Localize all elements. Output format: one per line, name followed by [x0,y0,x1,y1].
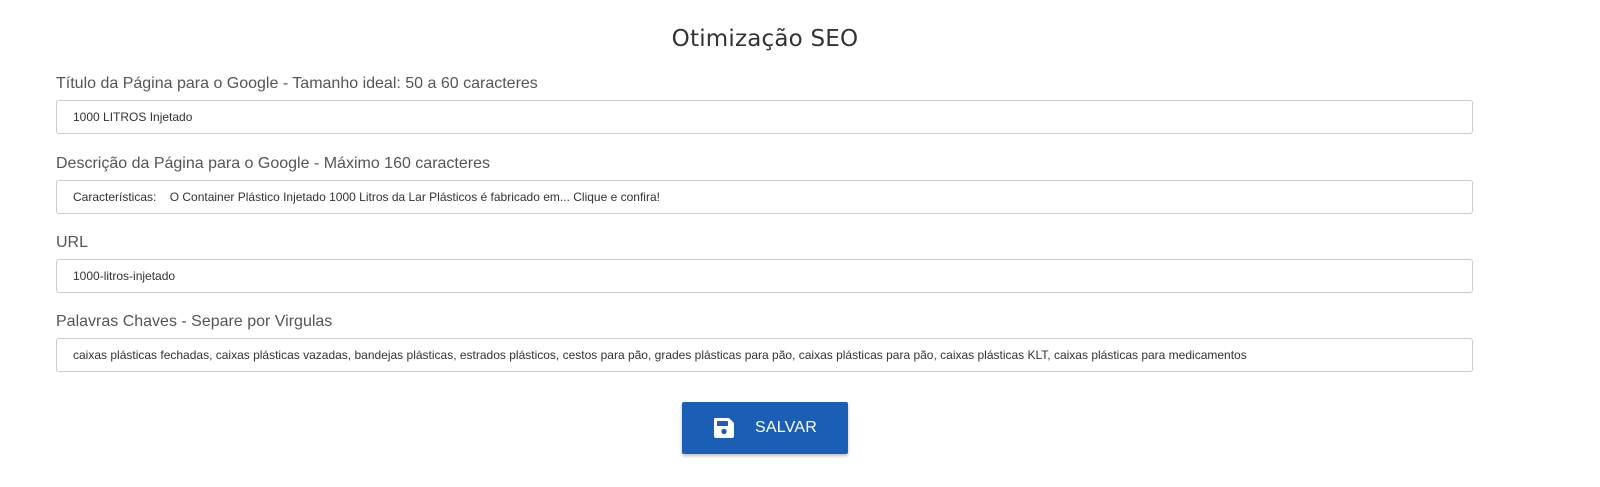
page-description-label: Descrição da Página para o Google - Máxi… [56,155,490,172]
keywords-input[interactable] [56,338,1473,372]
url-label: URL [56,234,89,251]
page-description-input[interactable] [56,180,1473,214]
save-button-label: SALVAR [755,419,817,436]
save-button[interactable]: SALVAR [682,402,848,454]
page-title-input[interactable] [56,100,1473,134]
page-title-label: Título da Página para o Google - Tamanho… [56,75,538,92]
seo-form: Otimização SEO Título da Página para o G… [0,0,1600,487]
section-title: Otimização SEO [671,26,859,52]
save-icon [712,416,736,440]
keywords-label: Palavras Chaves - Separe por Virgulas [56,313,333,330]
url-input[interactable] [56,259,1473,293]
